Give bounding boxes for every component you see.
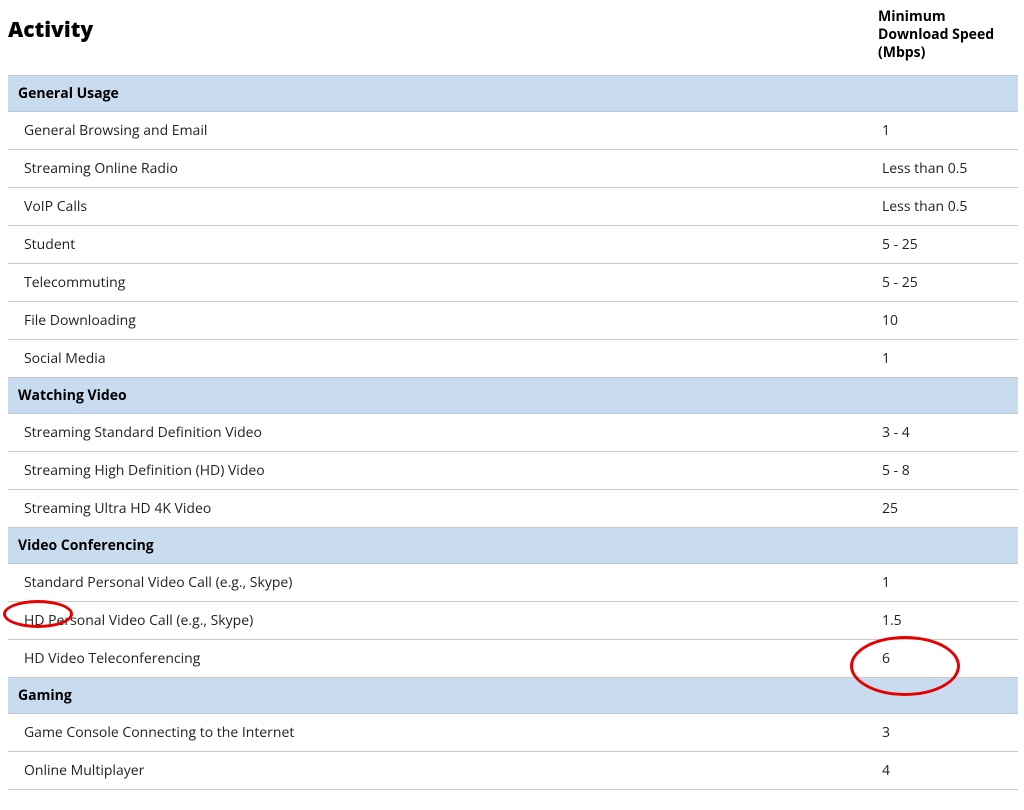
- activity-cell: Telecommuting: [8, 263, 878, 301]
- section-header: Video Conferencing: [8, 527, 1018, 563]
- section-header: General Usage: [8, 75, 1018, 111]
- activity-cell: Social Media: [8, 339, 878, 377]
- activity-cell: Streaming High Definition (HD) Video: [8, 451, 878, 489]
- table-row: Game Console Connecting to the Internet3: [8, 713, 1018, 751]
- activity-cell: HD Video Teleconferencing: [8, 639, 878, 677]
- speed-cell: 3 - 4: [878, 413, 1018, 451]
- activity-cell: Streaming Online Radio: [8, 149, 878, 187]
- table-row: General Browsing and Email1: [8, 111, 1018, 149]
- activity-cell: Standard Personal Video Call (e.g., Skyp…: [8, 563, 878, 601]
- table-row: VoIP CallsLess than 0.5: [8, 187, 1018, 225]
- activity-cell: File Downloading: [8, 301, 878, 339]
- section-title: Video Conferencing: [8, 527, 1018, 563]
- speed-cell: 1.5: [878, 601, 1018, 639]
- speed-cell: Less than 0.5: [878, 149, 1018, 187]
- speed-cell: Less than 0.5: [878, 187, 1018, 225]
- speed-cell: 1: [878, 339, 1018, 377]
- activity-cell: Streaming Standard Definition Video: [8, 413, 878, 451]
- speed-header: Minimum Download Speed (Mbps): [878, 6, 1018, 75]
- table-row: Student5 - 25: [8, 225, 1018, 263]
- table-row: Telecommuting5 - 25: [8, 263, 1018, 301]
- activity-cell: Game Console Connecting to the Internet: [8, 713, 878, 751]
- speed-cell: 1: [878, 111, 1018, 149]
- speed-cell: 4: [878, 751, 1018, 789]
- speed-cell: 25: [878, 489, 1018, 527]
- table-header-row: Activity Minimum Download Speed (Mbps): [8, 6, 1018, 75]
- table-row: Streaming Standard Definition Video3 - 4: [8, 413, 1018, 451]
- table-row: File Downloading10: [8, 301, 1018, 339]
- activity-cell: General Browsing and Email: [8, 111, 878, 149]
- activity-cell: HD Personal Video Call (e.g., Skype): [8, 601, 878, 639]
- table-row: Standard Personal Video Call (e.g., Skyp…: [8, 563, 1018, 601]
- table-row: Online Multiplayer4: [8, 751, 1018, 789]
- section-title: Watching Video: [8, 377, 1018, 413]
- activity-cell: Student: [8, 225, 878, 263]
- speed-cell: 5 - 25: [878, 225, 1018, 263]
- section-header: Gaming: [8, 677, 1018, 713]
- section-header: Watching Video: [8, 377, 1018, 413]
- table-row: HD Video Teleconferencing6: [8, 639, 1018, 677]
- speed-cell: 1: [878, 563, 1018, 601]
- table-row: Streaming Online RadioLess than 0.5: [8, 149, 1018, 187]
- speed-table: Activity Minimum Download Speed (Mbps) G…: [8, 6, 1018, 790]
- table-row: Streaming Ultra HD 4K Video25: [8, 489, 1018, 527]
- section-title: General Usage: [8, 75, 1018, 111]
- activity-header: Activity: [8, 6, 878, 75]
- table-row: Streaming High Definition (HD) Video5 - …: [8, 451, 1018, 489]
- section-title: Gaming: [8, 677, 1018, 713]
- speed-cell: 5 - 25: [878, 263, 1018, 301]
- speed-cell: 10: [878, 301, 1018, 339]
- table-row: Social Media1: [8, 339, 1018, 377]
- speed-cell: 6: [878, 639, 1018, 677]
- speed-cell: 5 - 8: [878, 451, 1018, 489]
- activity-cell: VoIP Calls: [8, 187, 878, 225]
- activity-cell: Online Multiplayer: [8, 751, 878, 789]
- activity-cell: Streaming Ultra HD 4K Video: [8, 489, 878, 527]
- speed-cell: 3: [878, 713, 1018, 751]
- table-row: HD Personal Video Call (e.g., Skype)1.5: [8, 601, 1018, 639]
